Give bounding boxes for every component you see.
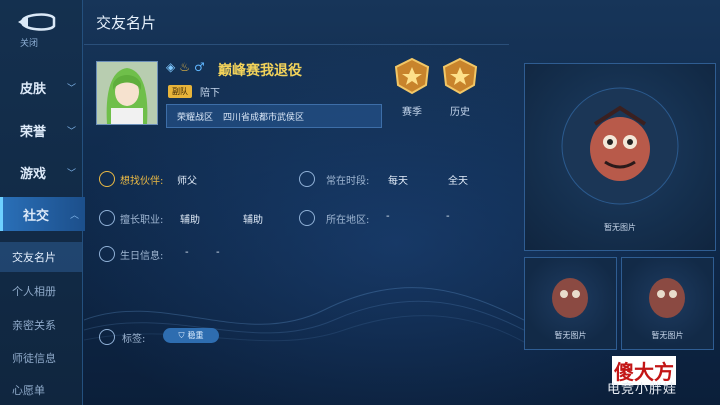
role-text: 陪下 (200, 88, 220, 99)
sidebar-subitem-wishlist[interactable]: 心愿单 (0, 375, 82, 405)
sidebar-subitem-friend-card[interactable]: 交友名片 (0, 242, 82, 272)
chevron-down-icon: ﹀ (66, 127, 76, 137)
photo-slot-main[interactable]: 暂无图片 (524, 63, 716, 251)
back-label: 关闭 (20, 39, 39, 49)
region-server: 荣耀战区 (177, 112, 214, 123)
sidebar-subitem-label: 个人相册 (12, 285, 56, 298)
header-divider (84, 44, 509, 45)
sidebar-subitem-album[interactable]: 个人相册 (0, 276, 82, 306)
photo-caption: 暂无图片 (651, 331, 684, 340)
shield-icon: ⛉ (178, 330, 185, 340)
sidebar-item-honor[interactable]: 荣誉 ﹀ (0, 113, 82, 147)
job-value-2: 辅助 (243, 215, 263, 226)
photo-slot-small-2[interactable]: 暂无图片 (621, 257, 714, 350)
sidebar-subitem-intimacy[interactable]: 亲密关系 (0, 310, 82, 340)
job-value-1: 辅助 (180, 215, 200, 226)
chevron-up-icon: ︿ (69, 211, 79, 221)
region-location: 四川省成都市武侯区 (223, 112, 305, 123)
friend-card-screen: 关闭 皮肤 ﹀ 荣誉 ﹀ 游戏 ﹀ 社交 ︿ 交友名片 个人相册 亲密关系 师徒… (0, 0, 720, 405)
avatar[interactable] (96, 61, 158, 125)
sidebar-subitem-label: 心愿单 (12, 384, 45, 397)
time-label: 常在时段: (326, 176, 370, 187)
clock-icon (299, 171, 315, 187)
sidebar-subitem-mentorship[interactable]: 师徒信息 (0, 343, 82, 373)
wave-decoration (84, 287, 524, 343)
partner-value: 师父 (177, 176, 197, 187)
location-value-2: - (446, 211, 450, 222)
history-medal-icon (442, 57, 478, 95)
chevron-down-icon: ﹀ (66, 169, 76, 179)
sidebar-item-label: 社交 (23, 208, 50, 224)
birthday-value-1: - (185, 247, 189, 258)
avatar-portrait-icon (97, 62, 157, 124)
partner-label: 想找伙伴: (120, 176, 164, 187)
photo-caption: 暂无图片 (554, 331, 587, 340)
sidebar-item-social[interactable]: 社交 ︿ (0, 197, 85, 231)
sidebar-item-label: 皮肤 (20, 81, 47, 97)
time-range-value: 全天 (448, 176, 468, 187)
star-icon (99, 210, 115, 226)
sidebar-subitem-label: 亲密关系 (12, 319, 56, 332)
tags-label: 标签: (122, 334, 146, 345)
tag-text: 稳重 (187, 331, 204, 340)
medal-group: 赛季 历史 (392, 57, 480, 118)
rank-diamond-icon: ◈ (166, 60, 176, 74)
male-gender-icon: ♂ (194, 60, 205, 74)
photo-caption: 暂无图片 (604, 223, 636, 232)
season-medal-label: 赛季 (402, 107, 422, 118)
page-title: 交友名片 (96, 14, 157, 32)
watermark-text: 电竞小胖娃 (607, 382, 678, 397)
placeholder-character-icon (649, 278, 685, 318)
placeholder-character-icon (552, 278, 588, 318)
tag-badge: ⛉ 稳重 (163, 328, 219, 343)
birthday-label: 生日信息: (120, 251, 164, 262)
location-label: 所在地区: (326, 215, 370, 226)
birthday-value-2: - (216, 247, 220, 258)
chevron-down-icon: ﹀ (66, 84, 76, 94)
partner-search-icon (99, 171, 115, 187)
photo-slot-small-1[interactable]: 暂无图片 (524, 257, 617, 350)
location-pin-icon (299, 210, 315, 226)
role-badge: 副队 (168, 85, 192, 98)
time-day-value: 每天 (388, 176, 408, 187)
back-arrow-icon (18, 13, 56, 31)
birthday-clock-icon (99, 246, 115, 262)
placeholder-character-icon (561, 87, 679, 205)
history-medal-label: 历史 (450, 107, 470, 118)
sidebar-item-label: 游戏 (20, 166, 47, 182)
job-label: 擅长职业: (120, 215, 164, 226)
season-medal[interactable]: 赛季 (392, 57, 432, 118)
sidebar-item-label: 荣誉 (20, 124, 47, 140)
sidebar-subitem-label: 师徒信息 (12, 352, 56, 365)
username: 巅峰赛我退役 (218, 63, 302, 79)
rank-icons: ◈ ♨ ♂ (166, 60, 205, 74)
sidebar-subitem-label: 交友名片 (12, 251, 56, 264)
season-medal-icon (394, 57, 430, 95)
sidebar-item-games[interactable]: 游戏 ﹀ (0, 155, 82, 189)
history-medal[interactable]: 历史 (440, 57, 480, 118)
tag-icon (99, 329, 115, 345)
rank-fire-icon: ♨ (179, 60, 190, 74)
location-value-1: - (386, 211, 390, 222)
sidebar: 关闭 皮肤 ﹀ 荣誉 ﹀ 游戏 ﹀ 社交 ︿ 交友名片 个人相册 亲密关系 师徒… (0, 0, 85, 405)
region-info: 荣耀战区 四川省成都市武侯区 (166, 104, 382, 128)
sidebar-item-skins[interactable]: 皮肤 ﹀ (0, 70, 82, 104)
